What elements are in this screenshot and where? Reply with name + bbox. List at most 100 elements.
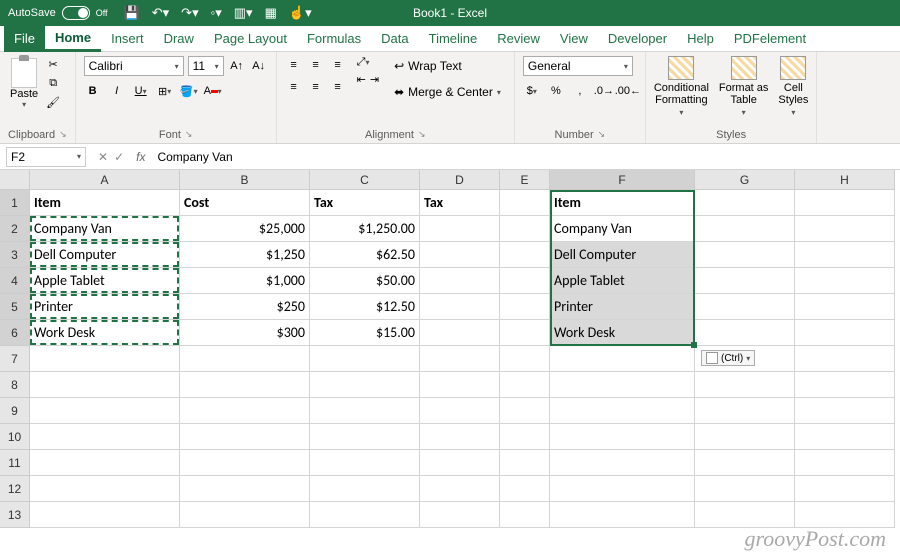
cell-A7[interactable]: [30, 346, 180, 372]
undo-icon[interactable]: ↶▾: [152, 5, 169, 21]
tab-developer[interactable]: Developer: [598, 26, 677, 52]
column-header[interactable]: E: [500, 170, 550, 190]
column-header[interactable]: A: [30, 170, 180, 190]
cell-E7[interactable]: [500, 346, 550, 372]
cell-E2[interactable]: [500, 216, 550, 242]
tab-timeline[interactable]: Timeline: [419, 26, 488, 52]
paste-options-button[interactable]: (Ctrl) ▾: [701, 350, 755, 366]
cell-H2[interactable]: [795, 216, 895, 242]
format-painter-icon[interactable]: 🖌: [44, 94, 62, 110]
percent-icon[interactable]: %: [547, 82, 565, 100]
cell-H3[interactable]: [795, 242, 895, 268]
cell-F8[interactable]: [550, 372, 695, 398]
cell-E10[interactable]: [500, 424, 550, 450]
cell-C8[interactable]: [310, 372, 420, 398]
cell-F5[interactable]: Printer: [550, 294, 695, 320]
bold-button[interactable]: B: [84, 82, 102, 100]
font-color-button[interactable]: A▾: [204, 82, 222, 100]
cell-C10[interactable]: [310, 424, 420, 450]
decrease-indent-icon[interactable]: ⇤: [357, 73, 366, 86]
align-right-icon[interactable]: ≡: [329, 78, 347, 96]
column-header[interactable]: H: [795, 170, 895, 190]
cell-E11[interactable]: [500, 450, 550, 476]
dialog-launcher-icon[interactable]: ↘: [418, 129, 426, 141]
cell-A8[interactable]: [30, 372, 180, 398]
increase-decimal-icon[interactable]: .0→: [595, 82, 613, 100]
cell-B5[interactable]: $250: [180, 294, 310, 320]
cell-B9[interactable]: [180, 398, 310, 424]
cell-C1[interactable]: Tax: [310, 190, 420, 216]
cell-G6[interactable]: [695, 320, 795, 346]
cell-F9[interactable]: [550, 398, 695, 424]
cell-E6[interactable]: [500, 320, 550, 346]
align-bottom-icon[interactable]: ≡: [329, 56, 347, 74]
cell-A5[interactable]: Printer: [30, 294, 180, 320]
cell-H9[interactable]: [795, 398, 895, 424]
cell-H5[interactable]: [795, 294, 895, 320]
cell-A11[interactable]: [30, 450, 180, 476]
toggle-off-icon[interactable]: [62, 6, 90, 20]
orientation-icon[interactable]: ⤢▾: [357, 56, 379, 69]
cell-H4[interactable]: [795, 268, 895, 294]
cell-H7[interactable]: [795, 346, 895, 372]
cell-A9[interactable]: [30, 398, 180, 424]
cell-B6[interactable]: $300: [180, 320, 310, 346]
conditional-formatting-button[interactable]: Conditional Formatting▾: [654, 56, 709, 117]
cell-H6[interactable]: [795, 320, 895, 346]
cell-B4[interactable]: $1,000: [180, 268, 310, 294]
formula-input[interactable]: Company Van: [151, 150, 900, 164]
cell-D5[interactable]: [420, 294, 500, 320]
font-name-select[interactable]: Calibri▾: [84, 56, 184, 76]
cell-C4[interactable]: $50.00: [310, 268, 420, 294]
column-header[interactable]: B: [180, 170, 310, 190]
cell-F10[interactable]: [550, 424, 695, 450]
cell-H13[interactable]: [795, 502, 895, 528]
cell-C5[interactable]: $12.50: [310, 294, 420, 320]
redo-icon[interactable]: ↷▾: [181, 5, 198, 21]
font-size-select[interactable]: 11▾: [188, 56, 224, 76]
tab-insert[interactable]: Insert: [101, 26, 154, 52]
tab-formulas[interactable]: Formulas: [297, 26, 371, 52]
column-header[interactable]: G: [695, 170, 795, 190]
decrease-font-icon[interactable]: A↓: [250, 57, 268, 75]
cell-H12[interactable]: [795, 476, 895, 502]
comma-icon[interactable]: ,: [571, 82, 589, 100]
cell-A2[interactable]: Company Van: [30, 216, 180, 242]
cell-H8[interactable]: [795, 372, 895, 398]
cell-B12[interactable]: [180, 476, 310, 502]
cell-F3[interactable]: Dell Computer: [550, 242, 695, 268]
cell-E12[interactable]: [500, 476, 550, 502]
cell-G13[interactable]: [695, 502, 795, 528]
row-header[interactable]: 8: [0, 372, 30, 398]
currency-icon[interactable]: $▾: [523, 82, 541, 100]
align-center-icon[interactable]: ≡: [307, 78, 325, 96]
copy-icon[interactable]: ⧉: [44, 75, 62, 91]
cell-F7[interactable]: [550, 346, 695, 372]
cell-G8[interactable]: [695, 372, 795, 398]
cell-F6[interactable]: Work Desk: [550, 320, 695, 346]
cell-G12[interactable]: [695, 476, 795, 502]
cell-D11[interactable]: [420, 450, 500, 476]
column-header[interactable]: D: [420, 170, 500, 190]
cell-D3[interactable]: [420, 242, 500, 268]
cell-B13[interactable]: [180, 502, 310, 528]
tab-data[interactable]: Data: [371, 26, 418, 52]
cell-C2[interactable]: $1,250.00: [310, 216, 420, 242]
row-header[interactable]: 4: [0, 268, 30, 294]
cell-A6[interactable]: Work Desk: [30, 320, 180, 346]
format-as-table-button[interactable]: Format as Table▾: [719, 56, 769, 117]
cell-E13[interactable]: [500, 502, 550, 528]
tab-page-layout[interactable]: Page Layout: [204, 26, 297, 52]
cell-C12[interactable]: [310, 476, 420, 502]
cell-G9[interactable]: [695, 398, 795, 424]
name-box[interactable]: F2▾: [6, 147, 86, 167]
cell-F4[interactable]: Apple Tablet: [550, 268, 695, 294]
row-header[interactable]: 6: [0, 320, 30, 346]
cell-G1[interactable]: [695, 190, 795, 216]
cell-E1[interactable]: [500, 190, 550, 216]
border-button[interactable]: ⊞▾: [156, 82, 174, 100]
cell-A4[interactable]: Apple Tablet: [30, 268, 180, 294]
cell-B11[interactable]: [180, 450, 310, 476]
tab-view[interactable]: View: [550, 26, 598, 52]
cell-D6[interactable]: [420, 320, 500, 346]
